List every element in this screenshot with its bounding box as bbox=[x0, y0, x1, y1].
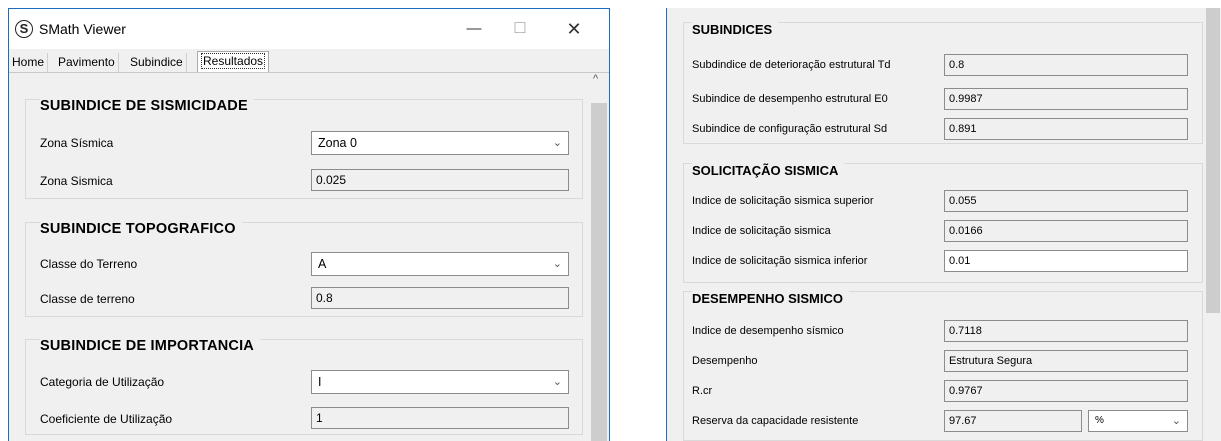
vertical-scrollbar[interactable]: ^ bbox=[588, 73, 609, 441]
solicitacao-inferior-field[interactable]: 0.01 bbox=[944, 250, 1188, 272]
classe-terreno-label: Classe do Terreno bbox=[40, 257, 138, 271]
zona-sismica-dropdown[interactable]: Zona 0 ⌄ bbox=[311, 131, 569, 155]
zona-sismica-label: Zona Sísmica bbox=[40, 136, 114, 150]
classe-terreno-value-field[interactable]: 0.8 bbox=[311, 287, 569, 309]
reserva-unit-dropdown[interactable]: % ⌄ bbox=[1088, 410, 1188, 432]
title-bar[interactable]: S SMath Viewer — ☐ ✕ bbox=[9, 9, 609, 49]
chevron-down-icon: ⌄ bbox=[552, 258, 562, 270]
solicitacao-inferior-label: Indice de solicitação sismica inferior bbox=[692, 255, 868, 267]
desempenho-indice-label: Indice de desempenho sísmico bbox=[692, 325, 844, 337]
group-title: SOLICITAÇÃO SISMICA bbox=[692, 163, 845, 178]
group-title: SUBINDICE TOPOGRAFICO bbox=[40, 221, 242, 237]
zona-sismica-value-label: Zona Sismica bbox=[40, 174, 113, 188]
desempenho-label: Desempenho bbox=[692, 355, 758, 367]
smath-logo-icon: S bbox=[15, 20, 33, 38]
tab-resultados-label: Resultados bbox=[201, 53, 266, 69]
classe-terreno-selected: A bbox=[318, 257, 327, 271]
classe-terreno-dropdown[interactable]: A ⌄ bbox=[311, 252, 569, 276]
reserva-label: Reserva da capacidade resistente bbox=[692, 415, 859, 427]
tab-home[interactable]: Home bbox=[9, 53, 49, 72]
scroll-up-icon[interactable]: ^ bbox=[593, 73, 598, 85]
td-field[interactable]: 0.8 bbox=[944, 54, 1188, 76]
group-importancia: SUBINDICE DE IMPORTANCIA Categoria de Ut… bbox=[25, 338, 583, 435]
chevron-down-icon: ⌄ bbox=[552, 137, 562, 149]
tab-pavimento[interactable]: Pavimento bbox=[55, 53, 119, 72]
categoria-utilizacao-dropdown[interactable]: I ⌄ bbox=[311, 370, 569, 394]
coeficiente-utilizacao-label: Coeficiente de Utilização bbox=[40, 412, 173, 426]
tab-divider bbox=[9, 72, 609, 73]
scrollbar-thumb[interactable] bbox=[591, 103, 607, 441]
sd-label: Subindice de configuração estrutural Sd bbox=[692, 123, 888, 135]
group-subindices: SUBINDICES Subdindice de deterioração es… bbox=[683, 22, 1203, 144]
tab-strip: Home Pavimento Subindice Resultados bbox=[9, 49, 609, 73]
rcr-field[interactable]: 0.9767 bbox=[944, 380, 1188, 402]
chevron-down-icon: ⌄ bbox=[1171, 415, 1181, 427]
group-title: SUBINDICES bbox=[692, 22, 779, 37]
classe-terreno-value-label: Classe de terreno bbox=[40, 292, 135, 306]
reserva-field[interactable]: 97.67 bbox=[944, 410, 1082, 432]
desempenho-field[interactable]: Estrutura Segura bbox=[944, 350, 1188, 372]
sd-field[interactable]: 0.891 bbox=[944, 118, 1188, 140]
group-title: SUBINDICE DE SISMICIDADE bbox=[40, 98, 254, 114]
e0-field[interactable]: 0.9987 bbox=[944, 88, 1188, 110]
group-solicitacao-sismica: SOLICITAÇÃO SISMICA Indice de solicitaçã… bbox=[683, 163, 1203, 283]
solicitacao-label: Indice de solicitação sismica bbox=[692, 225, 831, 237]
results-panel: SUBINDICES Subdindice de deterioração es… bbox=[666, 8, 1221, 441]
close-button[interactable]: ✕ bbox=[551, 9, 597, 49]
group-title: SUBINDICE DE IMPORTANCIA bbox=[40, 338, 260, 354]
categoria-utilizacao-selected: I bbox=[318, 375, 322, 389]
zona-sismica-selected: Zona 0 bbox=[318, 136, 357, 150]
chevron-down-icon: ⌄ bbox=[552, 376, 562, 388]
zona-sismica-value-field[interactable]: 0.025 bbox=[311, 169, 569, 191]
solicitacao-superior-field[interactable]: 0.055 bbox=[944, 190, 1188, 212]
solicitacao-superior-label: Indice de solicitação sismica superior bbox=[692, 195, 874, 207]
group-desempenho-sismico: DESEMPENHO SISMICO Indice de desempenho … bbox=[683, 291, 1203, 441]
minimize-button[interactable]: — bbox=[451, 9, 497, 49]
tab-subindice[interactable]: Subindice bbox=[127, 53, 187, 72]
group-title: DESEMPENHO SISMICO bbox=[692, 291, 849, 306]
vertical-scrollbar[interactable] bbox=[1204, 8, 1221, 441]
smath-viewer-window: S SMath Viewer — ☐ ✕ Home Pavimento Subi… bbox=[8, 8, 610, 441]
group-sismicidade: SUBINDICE DE SISMICIDADE Zona Sísmica Zo… bbox=[25, 98, 583, 199]
scrollbar-thumb[interactable] bbox=[1206, 8, 1220, 313]
tab-resultados[interactable]: Resultados bbox=[197, 51, 270, 73]
categoria-utilizacao-label: Categoria de Utilização bbox=[40, 375, 165, 389]
solicitacao-field[interactable]: 0.0166 bbox=[944, 220, 1188, 242]
e0-label: Subindice de desempenho estrutural E0 bbox=[692, 93, 888, 105]
desempenho-indice-field[interactable]: 0.7118 bbox=[944, 320, 1188, 342]
window-title: SMath Viewer bbox=[39, 21, 126, 37]
rcr-label: R.cr bbox=[692, 385, 713, 397]
reserva-unit-selected: % bbox=[1095, 415, 1104, 426]
td-label: Subdindice de deterioração estrutural Td bbox=[692, 59, 891, 71]
group-topografico: SUBINDICE TOPOGRAFICO Classe do Terreno … bbox=[25, 221, 583, 317]
maximize-button[interactable]: ☐ bbox=[497, 9, 543, 49]
coeficiente-utilizacao-field[interactable]: 1 bbox=[311, 407, 569, 429]
